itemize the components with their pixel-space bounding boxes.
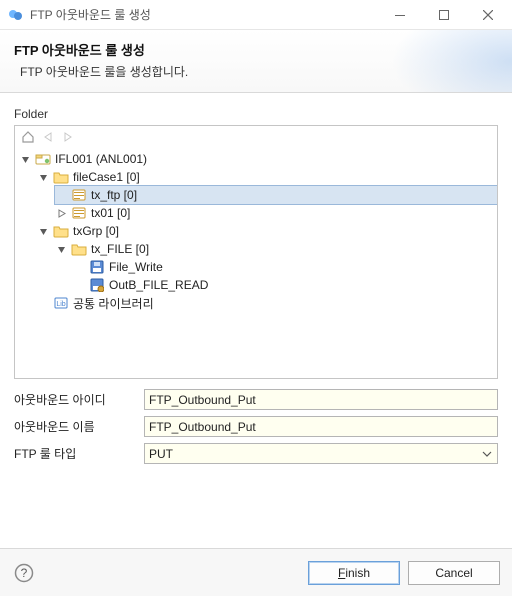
tree-node-common-library[interactable]: · Lib 공통 라이브러리 <box>37 294 497 312</box>
library-icon: Lib <box>53 295 69 311</box>
chevron-down-icon[interactable] <box>37 227 49 236</box>
tree-node-label: txGrp [0] <box>73 224 119 238</box>
tree-node-txgrp[interactable]: txGrp [0] <box>37 222 497 240</box>
tree-node-filecase1[interactable]: fileCase1 [0] <box>37 168 497 186</box>
tree-node-project[interactable]: IFL001 (ANL001) <box>19 150 497 168</box>
rule-form: 아웃바운드 아이디 아웃바운드 이름 FTP 룰 타입 PUT <box>14 389 498 464</box>
banner-subtitle: FTP 아웃바운드 룰을 생성합니다. <box>20 63 498 80</box>
tree-node-label: File_Write <box>109 260 163 274</box>
record-icon <box>71 187 87 203</box>
folder-tree[interactable]: IFL001 (ANL001) fileCase1 [ <box>15 148 497 378</box>
folder-icon <box>53 169 69 185</box>
tree-node-label: tx_FILE [0] <box>91 242 149 256</box>
wizard-banner: FTP 아웃바운드 룰 생성 FTP 아웃바운드 룰을 생성합니다. <box>0 30 512 93</box>
cancel-label: Cancel <box>435 566 472 580</box>
tree-node-label: tx_ftp [0] <box>91 188 137 202</box>
tree-node-label: 공통 라이브러리 <box>73 295 154 312</box>
tree-toolbar <box>15 126 497 148</box>
minimize-button[interactable] <box>378 1 422 29</box>
outbound-name-label: 아웃바운드 이름 <box>14 418 144 435</box>
finish-rest: inish <box>345 566 370 580</box>
chevron-down-icon[interactable] <box>19 155 31 164</box>
help-icon[interactable]: ? <box>12 561 36 585</box>
window-title: FTP 아웃바운드 룰 생성 <box>30 6 378 23</box>
outbound-name-input[interactable] <box>144 416 498 437</box>
tree-node-tx-ftp[interactable]: · tx_ftp [0] <box>55 186 497 204</box>
maximize-button[interactable] <box>422 1 466 29</box>
tree-node-tx01[interactable]: tx01 [0] <box>55 204 497 222</box>
svg-text:Lib: Lib <box>56 301 65 308</box>
folder-tree-box: IFL001 (ANL001) fileCase1 [ <box>14 125 498 379</box>
folder-icon <box>53 223 69 239</box>
cancel-button[interactable]: Cancel <box>408 561 500 585</box>
tree-node-label: fileCase1 [0] <box>73 170 140 184</box>
svg-text:?: ? <box>21 566 28 580</box>
chevron-down-icon <box>479 446 495 462</box>
rule-type-label: FTP 룰 타입 <box>14 445 144 462</box>
tree-node-tx-file[interactable]: tx_FILE [0] <box>55 240 497 258</box>
rule-type-value: PUT <box>149 447 173 461</box>
chevron-right-icon[interactable] <box>55 209 67 218</box>
chevron-down-icon[interactable] <box>37 173 49 182</box>
back-icon[interactable] <box>39 128 57 146</box>
finish-button[interactable]: Finish <box>308 561 400 585</box>
close-button[interactable] <box>466 1 510 29</box>
folder-icon <box>71 241 87 257</box>
rule-type-select[interactable]: PUT <box>144 443 498 464</box>
titlebar: FTP 아웃바운드 룰 생성 <box>0 0 512 30</box>
tree-node-label: OutB_FILE_READ <box>109 278 208 292</box>
forward-icon[interactable] <box>59 128 77 146</box>
tree-node-label: tx01 [0] <box>91 206 130 220</box>
outbound-id-label: 아웃바운드 아이디 <box>14 391 144 408</box>
outbound-id-input[interactable] <box>144 389 498 410</box>
disk-icon <box>89 259 105 275</box>
tree-node-file-write[interactable]: · File_Write <box>73 258 497 276</box>
wizard-footer: ? Finish Cancel <box>0 548 512 596</box>
folder-label: Folder <box>14 107 498 121</box>
home-icon[interactable] <box>19 128 37 146</box>
app-icon <box>8 7 24 23</box>
disk-gear-icon <box>89 277 105 293</box>
chevron-down-icon[interactable] <box>55 245 67 254</box>
tree-node-outb-file-read[interactable]: · OutB_FILE_READ <box>73 276 497 294</box>
project-icon <box>35 151 51 167</box>
record-icon <box>71 205 87 221</box>
banner-heading: FTP 아웃바운드 룰 생성 <box>14 40 498 59</box>
tree-node-label: IFL001 (ANL001) <box>55 152 147 166</box>
